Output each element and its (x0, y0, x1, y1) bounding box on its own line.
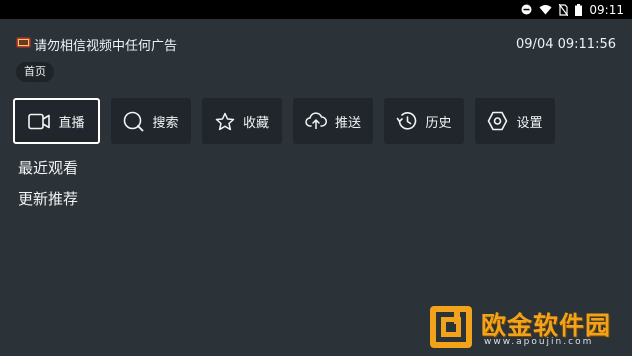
nav-search-label: 搜索 (152, 115, 179, 131)
nav-favorites-label: 收藏 (242, 115, 269, 131)
nav-history-label: 历史 (425, 115, 452, 131)
nav-history-button[interactable]: 历史 (384, 98, 464, 144)
settings-icon (487, 111, 508, 131)
tv-icon (16, 36, 31, 53)
datetime: 09/04 09:11:56 (516, 36, 616, 52)
recent-watched-heading: 最近观看 (18, 159, 79, 177)
nav-favorites-button[interactable]: 收藏 (202, 98, 282, 144)
nav-live-button[interactable]: 直播 (13, 98, 100, 144)
header-bar: 请勿相信视频中任何广告 09/04 09:11:56 (16, 34, 616, 54)
cloud-upload-icon (305, 112, 327, 130)
breadcrumb-home[interactable]: 首页 (16, 62, 54, 82)
watermark-mark-icon (430, 306, 472, 348)
nav-push-button[interactable]: 推送 (293, 98, 373, 144)
no-sim-icon (559, 3, 569, 16)
minus-circle-icon (521, 4, 532, 15)
watermark-url: www.apoujin.com (484, 337, 594, 347)
history-icon (396, 111, 417, 131)
update-recommend-heading: 更新推荐 (18, 190, 79, 208)
wifi-icon (539, 4, 552, 15)
notice: 请勿相信视频中任何广告 (16, 35, 177, 54)
battery-icon (575, 3, 583, 16)
nav-settings-label: 设置 (516, 115, 543, 131)
notice-text: 请勿相信视频中任何广告 (34, 38, 178, 54)
nav-push-label: 推送 (334, 115, 361, 131)
nav-settings-button[interactable]: 设置 (475, 98, 555, 144)
status-time: 09:11 (589, 2, 624, 17)
star-icon (215, 112, 235, 131)
camera-icon (28, 113, 51, 130)
watermark-logo: 欧金软件园 www.apoujin.com (428, 304, 628, 354)
status-icons: 09:11 (521, 2, 624, 17)
main-nav: 直播 搜索 收藏 推送 历史 设置 (13, 98, 555, 144)
search-icon (123, 111, 144, 132)
nav-search-button[interactable]: 搜索 (111, 98, 191, 144)
system-status-bar: 09:11 (0, 0, 632, 19)
nav-live-label: 直播 (58, 115, 85, 131)
